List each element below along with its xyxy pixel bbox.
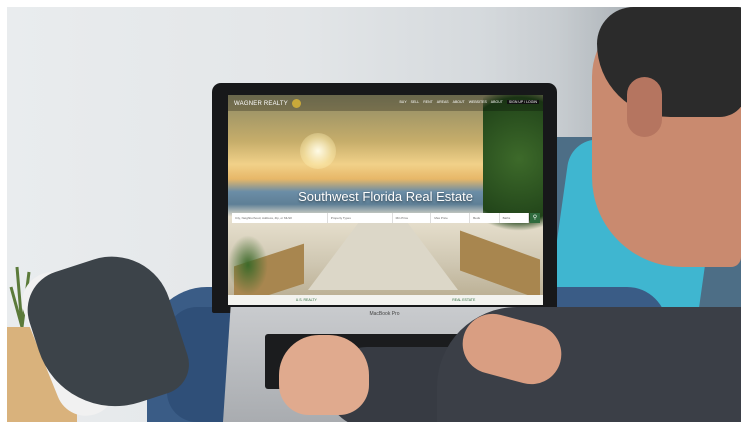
nav-item[interactable]: SELL [411,100,420,104]
nav-item[interactable]: AREAS [437,100,449,104]
signup-button[interactable]: SIGN UP / LOGIN [506,100,539,104]
location-input[interactable]: City, Neighborhood, Address, Zip, or MLS… [232,213,328,223]
site-logo-text: WAGNER REALTY [234,101,288,108]
site-logo[interactable]: WAGNER REALTY [234,99,303,108]
beds-select[interactable]: Beds [470,213,500,223]
property-type-select[interactable]: Property Types [328,213,393,223]
search-icon: ⚲ [532,215,538,221]
nav-item[interactable]: RENT [423,100,433,104]
nav-item[interactable]: ABOUT [453,100,465,104]
partner-logo: U.S. REALTY [295,298,317,302]
baths-select[interactable]: Baths [500,213,530,223]
beach-path [308,220,458,290]
partner-logos: U.S. REALTY REAL ESTATE [228,295,543,305]
laptop-screen: WAGNER REALTY BUY SELL RENT AREAS ABOUT … [228,95,543,305]
search-button[interactable]: ⚲ [530,213,540,223]
left-hand [279,335,369,415]
site-nav: BUY SELL RENT AREAS ABOUT WEBSITES ABOUT… [399,100,539,104]
hero-title: Southwest Florida Real Estate [298,189,473,204]
photo: MacBook Pro WAGNER REALTY BUY SELL RENT … [7,7,741,422]
ear [627,77,662,137]
site-header: WAGNER REALTY BUY SELL RENT AREAS ABOUT … [228,95,543,111]
search-bar: City, Neighborhood, Address, Zip, or MLS… [232,213,530,223]
nav-item[interactable]: ABOUT [491,100,503,104]
foliage-left [228,235,268,295]
nav-item[interactable]: WEBSITES [469,100,487,104]
nav-item[interactable]: BUY [399,100,406,104]
sun [300,133,336,169]
foliage-right [483,95,543,255]
logo-emblem-icon [291,99,301,108]
max-price-input[interactable]: Max Price [431,213,471,223]
min-price-input[interactable]: Min Price [393,213,432,223]
partner-logo: REAL ESTATE [452,298,476,302]
